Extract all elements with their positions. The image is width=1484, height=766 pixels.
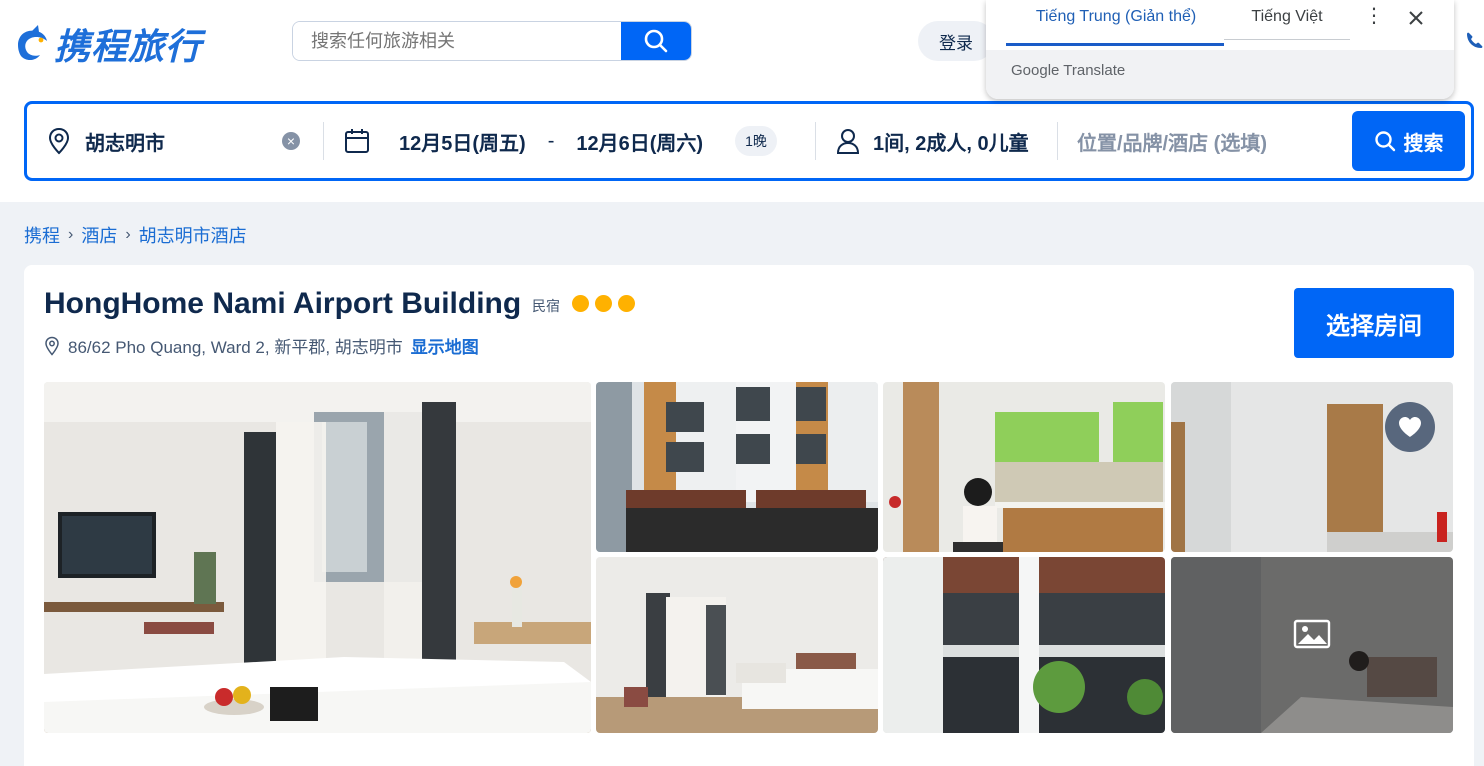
chevron-right-icon: › xyxy=(68,226,74,243)
google-translate-popup: Tiếng Trung (Giản thể) Tiếng Việt ⋮ Goog… xyxy=(986,0,1454,99)
heart-icon xyxy=(1399,417,1421,437)
destination-field[interactable]: 胡志明市 xyxy=(47,104,303,178)
star-icon xyxy=(595,295,612,312)
kitchen-photo xyxy=(883,382,1165,552)
divider xyxy=(815,122,816,160)
top-search-input[interactable] xyxy=(293,22,621,60)
hotel-search-bar: 胡志明市 × 12月5日(周五) - 12月6日(周六) 1晚 1间, 2成人, xyxy=(24,101,1474,181)
star-icon xyxy=(572,295,589,312)
search-button-label: 搜索 xyxy=(1403,132,1444,155)
hotel-card: HongHome Nami Airport Building 民宿 86/62 … xyxy=(24,265,1474,766)
search-button[interactable]: 搜索 xyxy=(1352,111,1465,171)
date-range-field[interactable]: 12月5日(周五) - 12月6日(周六) 1晚 xyxy=(343,104,777,178)
gallery-icon xyxy=(1293,619,1331,649)
translate-tab-source[interactable]: Tiếng Trung (Giản thể) xyxy=(1006,8,1224,46)
location-pin-icon xyxy=(48,127,70,155)
breadcrumb-item-city-hotels[interactable]: 胡志明市酒店 xyxy=(139,222,247,248)
keyword-placeholder: 位置/品牌/酒店 (选填) xyxy=(1077,132,1267,155)
clear-destination-button[interactable]: × xyxy=(282,104,300,178)
photo-building-facade[interactable] xyxy=(596,382,878,552)
photo-main-bedroom[interactable] xyxy=(44,382,591,733)
logo[interactable]: 携程旅行 xyxy=(12,18,202,70)
hotel-name: HongHome Nami Airport Building xyxy=(44,287,522,320)
photo-kitchen[interactable] xyxy=(883,382,1165,552)
favorite-button[interactable] xyxy=(1385,402,1435,452)
nights-badge: 1晚 xyxy=(735,126,777,156)
divider xyxy=(1057,122,1058,160)
calendar-icon xyxy=(345,129,369,153)
choose-room-button[interactable]: 选择房间 xyxy=(1294,288,1454,358)
photo-entrance[interactable] xyxy=(883,557,1165,733)
star-rating xyxy=(572,295,635,312)
keyword-field[interactable]: 位置/品牌/酒店 (选填) xyxy=(1077,104,1267,178)
guests-field[interactable]: 1间, 2成人, 0儿童 xyxy=(835,104,1029,178)
search-icon xyxy=(1374,131,1395,152)
guests-value: 1间, 2成人, 0儿童 xyxy=(873,132,1029,155)
photo-bedroom-wide[interactable] xyxy=(596,557,878,733)
search-icon xyxy=(644,29,668,53)
hotel-address-row: 86/62 Pho Quang, Ward 2, 新平郡, 胡志明市 显示地图 xyxy=(44,333,479,358)
login-button[interactable]: 登录 xyxy=(918,21,994,61)
google-translate-brand: Google Translate xyxy=(1011,62,1126,79)
star-icon xyxy=(618,295,635,312)
top-search-box xyxy=(292,21,692,61)
site-header: 携程旅行 登录 Tiếng Trung (Giản thể) Tiếng Việ… xyxy=(0,0,1484,202)
chevron-right-icon: › xyxy=(125,226,131,243)
location-pin-icon xyxy=(45,336,59,356)
clear-icon: × xyxy=(282,132,300,150)
logo-text: 携程旅行 xyxy=(54,27,203,68)
photo-more-gallery[interactable] xyxy=(1171,557,1453,733)
divider xyxy=(323,122,324,160)
menu-dots-icon[interactable]: ⋮ xyxy=(1364,6,1384,30)
translate-tab-target[interactable]: Tiếng Việt xyxy=(1224,8,1350,40)
show-map-link[interactable]: 显示地图 xyxy=(411,333,479,358)
phone-icon[interactable] xyxy=(1464,30,1484,50)
checkout-date: 12月6日(周六) xyxy=(576,132,704,155)
dolphin-logo-icon xyxy=(18,25,47,61)
bedroom-wide-photo xyxy=(596,557,878,733)
date-separator: - xyxy=(547,129,555,152)
checkin-date: 12月5日(周五) xyxy=(399,132,526,155)
person-icon xyxy=(836,129,860,154)
bedroom-photo xyxy=(44,382,591,733)
hotel-type-badge: 民宿 xyxy=(532,298,560,314)
hotel-address: 86/62 Pho Quang, Ward 2, 新平郡, 胡志明市 xyxy=(68,338,403,357)
breadcrumb-item-hotels[interactable]: 酒店 xyxy=(81,222,117,248)
breadcrumb: 携程 › 酒店 › 胡志明市酒店 xyxy=(24,222,247,248)
photo-hallway[interactable] xyxy=(1171,382,1453,552)
breadcrumb-item-home[interactable]: 携程 xyxy=(24,222,60,248)
building-photo xyxy=(596,382,878,552)
destination-value: 胡志明市 xyxy=(85,132,165,155)
top-search-button[interactable] xyxy=(621,22,691,60)
entrance-photo xyxy=(883,557,1165,733)
close-icon[interactable] xyxy=(1404,6,1428,30)
